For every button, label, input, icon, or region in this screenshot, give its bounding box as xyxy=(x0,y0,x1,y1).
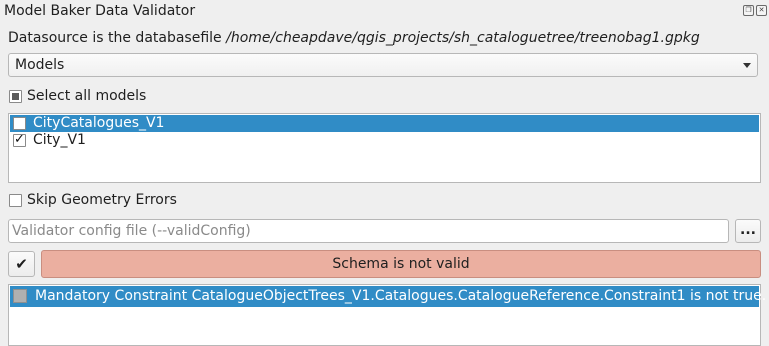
validate-button[interactable]: ✔ xyxy=(8,251,35,277)
model-checkbox[interactable]: ✓ xyxy=(13,132,26,147)
chevron-down-icon xyxy=(743,63,751,68)
validator-config-placeholder: Validator config file (--validConfig) xyxy=(12,223,251,239)
browse-button[interactable]: ... xyxy=(735,219,761,243)
datasource-prefix: Datasource is the databasefile xyxy=(8,30,222,46)
result-row[interactable]: Mandatory Constraint CatalogueObjectTree… xyxy=(10,286,766,307)
model-label: CityCatalogues_V1 xyxy=(33,115,165,131)
models-combo[interactable]: Models xyxy=(8,53,758,77)
datasource-info: Datasource is the databasefile /home/che… xyxy=(8,30,700,46)
model-label: City_V1 xyxy=(33,132,86,148)
close-icon[interactable]: ✕ xyxy=(756,5,767,16)
status-bar: Schema is not valid xyxy=(41,250,761,278)
results-list[interactable]: Mandatory Constraint CatalogueObjectTree… xyxy=(8,284,766,346)
models-list[interactable]: CityCatalogues_V1 ✓ City_V1 xyxy=(8,113,761,183)
model-checkbox[interactable] xyxy=(13,117,26,130)
select-all-label: Select all models xyxy=(27,88,147,104)
error-marker-icon xyxy=(13,289,27,303)
datasource-path: /home/cheapdave/qgis_projects/sh_catalog… xyxy=(226,30,700,46)
select-all-checkbox[interactable] xyxy=(9,90,22,103)
float-icon[interactable]: ❐ xyxy=(743,5,754,16)
validator-config-input[interactable]: Validator config file (--validConfig) xyxy=(8,219,729,243)
list-item[interactable]: ✓ City_V1 xyxy=(10,132,759,149)
result-text: Mandatory Constraint CatalogueObjectTree… xyxy=(35,288,767,304)
models-combo-value: Models xyxy=(15,57,65,73)
window-title: Model Baker Data Validator xyxy=(4,3,196,19)
title-bar: Model Baker Data Validator ❐ ✕ xyxy=(0,0,769,22)
checkmark-icon: ✓ xyxy=(14,132,25,147)
list-item[interactable]: CityCatalogues_V1 xyxy=(10,115,759,132)
skip-geometry-label: Skip Geometry Errors xyxy=(27,192,177,208)
skip-geometry-checkbox[interactable] xyxy=(9,194,22,207)
